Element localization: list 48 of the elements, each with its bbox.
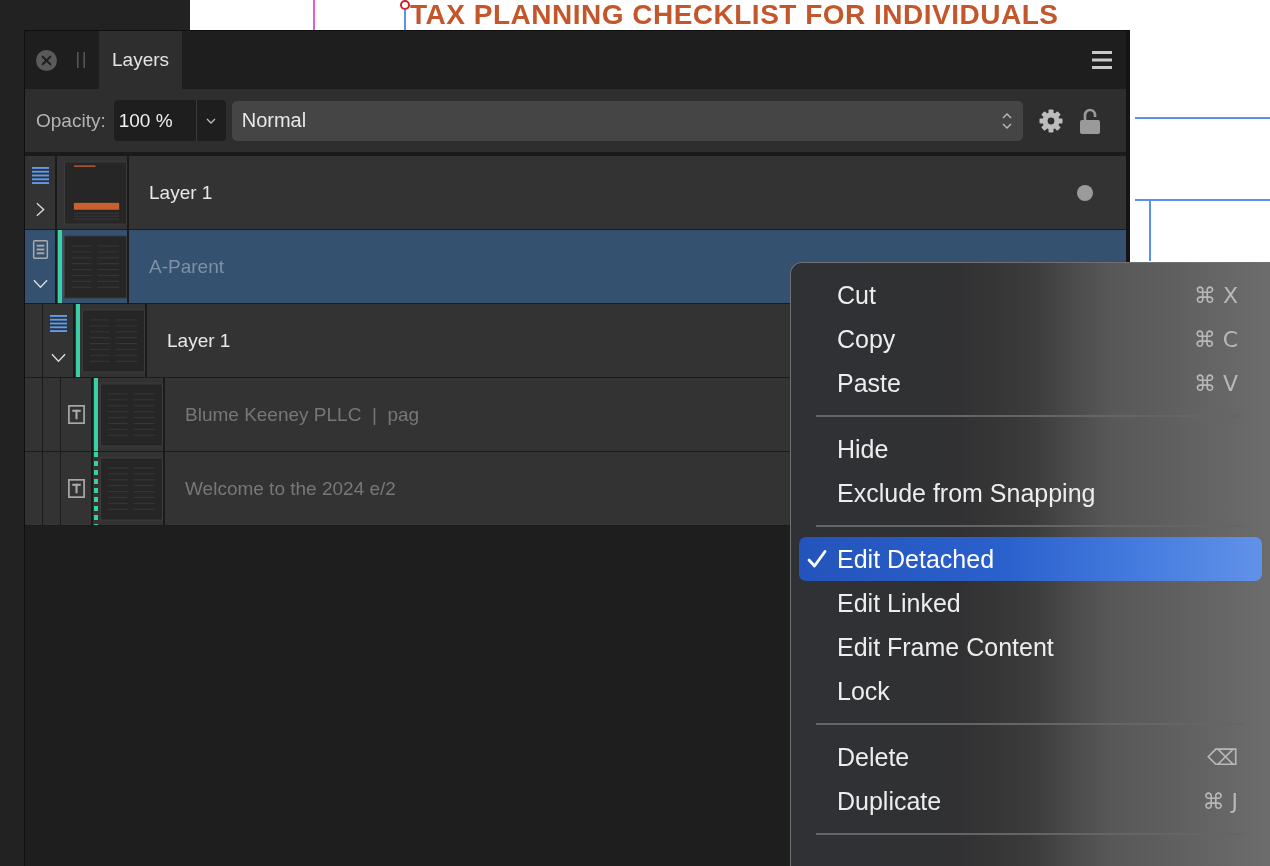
- layer-name: Layer 1: [167, 329, 231, 352]
- blend-mode-dropdown[interactable]: Normal: [231, 100, 1023, 141]
- menu-item[interactable]: Edit Linked: [799, 581, 1262, 625]
- opacity-field[interactable]: 100 %: [113, 100, 226, 141]
- caret-icon[interactable]: [205, 117, 216, 124]
- layer-row[interactable]: Layer 1: [25, 156, 1126, 230]
- menu-item[interactable]: Delete ⌫: [799, 735, 1262, 779]
- menu-item[interactable]: Hide: [799, 427, 1262, 471]
- menu-item[interactable]: Edit Detached: [799, 537, 1262, 581]
- drag-handle-icon[interactable]: [77, 52, 85, 68]
- layer-name: Blume Keeney PLLC | pag: [185, 403, 420, 426]
- page-thumbnail: [100, 382, 163, 447]
- page-thumbnail: [100, 456, 163, 521]
- panel-tab[interactable]: Layers: [99, 31, 183, 89]
- guide-line: [404, 10, 406, 30]
- layer-name: Layer 1: [149, 181, 213, 204]
- menu-item[interactable]: Copy ⌘ C: [799, 317, 1262, 361]
- chevron-down-icon[interactable]: [50, 353, 66, 363]
- close-icon[interactable]: [36, 49, 57, 71]
- layer-name: A-Parent: [149, 255, 224, 278]
- padlock-icon[interactable]: [1079, 107, 1100, 134]
- page-thumbnail: [82, 308, 145, 373]
- layer-stack-icon: [49, 314, 67, 333]
- chevron-down-icon[interactable]: [32, 279, 48, 289]
- page-thumbnail: [63, 160, 127, 225]
- document-icon: [31, 240, 49, 259]
- shortcut-label: ⌘ C: [1193, 326, 1238, 352]
- menu-item[interactable]: Edit Frame Content: [799, 625, 1262, 669]
- opacity-label: Opacity:: [36, 109, 106, 132]
- menu-item[interactable]: Paste ⌘ V: [799, 361, 1262, 405]
- page-thumbnail: [64, 234, 127, 299]
- menu-item[interactable]: Exclude from Snapping: [799, 471, 1262, 515]
- text-frame-icon: [67, 405, 85, 424]
- layer-stack-icon: [31, 166, 49, 185]
- document-heading: TAX PLANNING CHECKLIST FOR INDIVIDUALS: [410, 0, 1059, 30]
- shortcut-label: ⌘ V: [1193, 370, 1238, 396]
- shortcut-label: ⌘ X: [1193, 282, 1238, 308]
- layer-name: Welcome to the 2024 e/2: [185, 477, 396, 500]
- layer-row[interactable]: Layer 1: [25, 304, 790, 378]
- chevron-right-icon[interactable]: [35, 202, 45, 217]
- menu-item[interactable]: Lock: [799, 669, 1262, 713]
- shortcut-label: ⌫: [1206, 744, 1238, 770]
- guide-line: [313, 0, 315, 30]
- visibility-dot-icon[interactable]: [1077, 184, 1093, 201]
- menu-item[interactable]: Duplicate ⌘ J: [799, 779, 1262, 823]
- menu-icon[interactable]: [1092, 51, 1112, 69]
- text-frame-icon: [67, 479, 85, 498]
- shortcut-label: ⌘ J: [1202, 788, 1238, 814]
